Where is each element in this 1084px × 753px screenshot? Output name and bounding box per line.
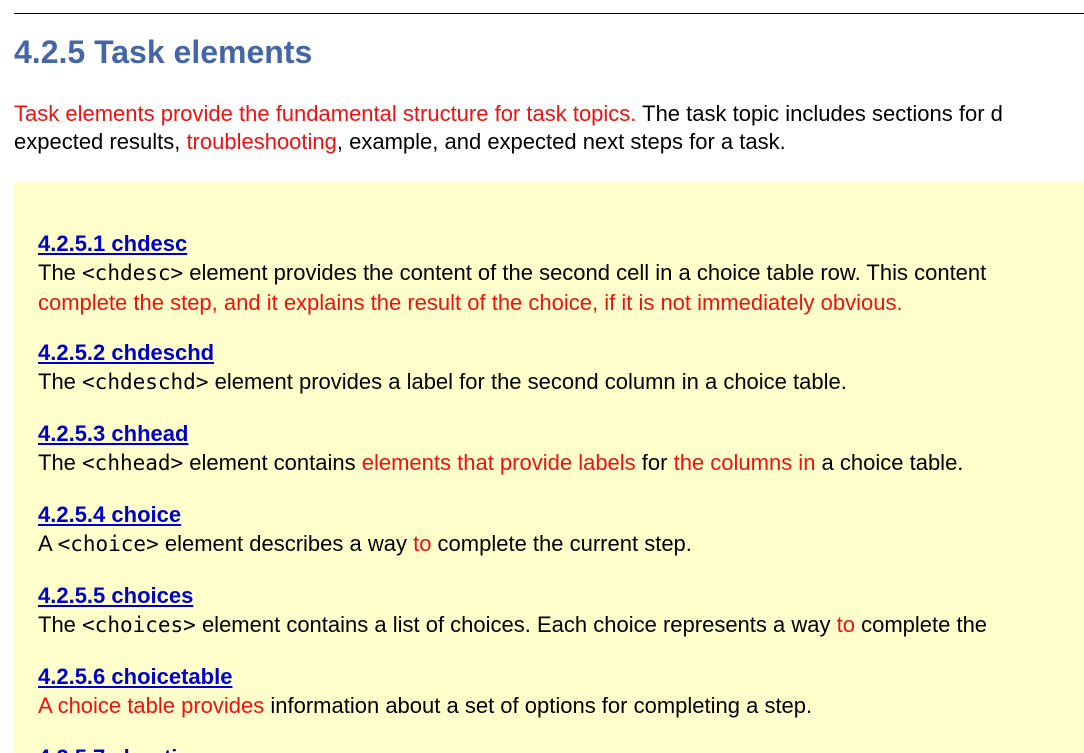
description-text: element describes a way (158, 531, 414, 556)
list-item: 4.2.5.2 chdeschd The <chdeschd> element … (38, 339, 1084, 397)
list-item: 4.2.5.5 choices The <choices> element co… (38, 582, 1084, 640)
intro-highlight: troubleshooting (186, 129, 337, 154)
intro-text: expected results, (14, 129, 187, 154)
description-text: The (38, 369, 83, 394)
entry-description: The <choices> element contains a list of… (38, 610, 1084, 640)
section-title: 4.2.5 Task elements (14, 34, 313, 70)
intro-text: , example, and expected next steps for a… (336, 129, 786, 154)
description-text: element provides a label for the second … (208, 369, 847, 394)
list-item: 4.2.5.7 choption (38, 744, 1084, 753)
element-code: <choices> (82, 613, 196, 637)
description-text: A (38, 531, 58, 556)
entry-link-choices[interactable]: 4.2.5.5 choices (38, 582, 1084, 610)
element-code: <chdesc> (82, 261, 184, 285)
entry-link-choice[interactable]: 4.2.5.4 choice (38, 501, 1084, 529)
entry-description-highlight: complete the step, and it explains the r… (38, 290, 903, 315)
description-text: complete the current step. (431, 531, 692, 556)
section-intro: Task elements provide the fundamental st… (14, 100, 1084, 156)
description-text: for (635, 450, 674, 475)
entry-description: The <chdesc> element provides the conten… (38, 258, 1084, 288)
element-list-panel: 4.2.5.1 chdesc The <chdesc> element prov… (14, 181, 1084, 753)
description-highlight: the columns in (673, 450, 816, 475)
list-item: 4.2.5.3 chhead The <chhead> element cont… (38, 420, 1084, 478)
entry-link-choption[interactable]: 4.2.5.7 choption (38, 744, 1084, 753)
entry-link-chhead[interactable]: 4.2.5.3 chhead (38, 420, 1084, 448)
entry-description: The <chdeschd> element provides a label … (38, 367, 1084, 397)
description-highlight: elements that provide labels (361, 450, 636, 475)
list-item: 4.2.5.1 chdesc The <chdesc> element prov… (38, 230, 1084, 317)
top-divider (14, 13, 1084, 14)
element-code: <choice> (57, 532, 159, 556)
intro-text: The task topic includes sections for d (636, 101, 1003, 126)
entry-link-chdesc[interactable]: 4.2.5.1 chdesc (38, 230, 1084, 258)
description-text: element contains a list of choices. Each… (195, 612, 837, 637)
description-highlight: to (836, 612, 855, 637)
intro-line-2: expected results, troubleshooting, examp… (14, 128, 1084, 156)
description-highlight: to (413, 531, 432, 556)
element-code: <chhead> (82, 451, 184, 475)
description-text: complete the (854, 612, 988, 637)
description-text: a choice table. (815, 450, 964, 475)
description-text: information about a set of options for c… (264, 693, 813, 718)
entry-description: A choice table provides information abou… (38, 691, 1084, 720)
description-text: element contains (183, 450, 362, 475)
entry-link-choicetable[interactable]: 4.2.5.6 choicetable (38, 663, 1084, 691)
description-text: element provides the content of the seco… (183, 260, 987, 285)
intro-highlight: Task elements provide the fundamental st… (14, 101, 637, 126)
description-text: The (38, 612, 83, 637)
list-item: 4.2.5.4 choice A <choice> element descri… (38, 501, 1084, 559)
document-page: 4.2.5 Task elements Task elements provid… (0, 0, 1084, 753)
description-text: The (38, 450, 83, 475)
entry-description: A <choice> element describes a way to co… (38, 529, 1084, 559)
element-code: <chdeschd> (82, 370, 209, 394)
description-text: The (38, 260, 83, 285)
description-highlight: A choice table provides (38, 693, 265, 718)
intro-line-1: Task elements provide the fundamental st… (14, 100, 1084, 128)
entry-link-chdeschd[interactable]: 4.2.5.2 chdeschd (38, 339, 1084, 367)
entry-description: The <chhead> element contains elements t… (38, 448, 1084, 478)
list-item: 4.2.5.6 choicetable A choice table provi… (38, 663, 1084, 720)
